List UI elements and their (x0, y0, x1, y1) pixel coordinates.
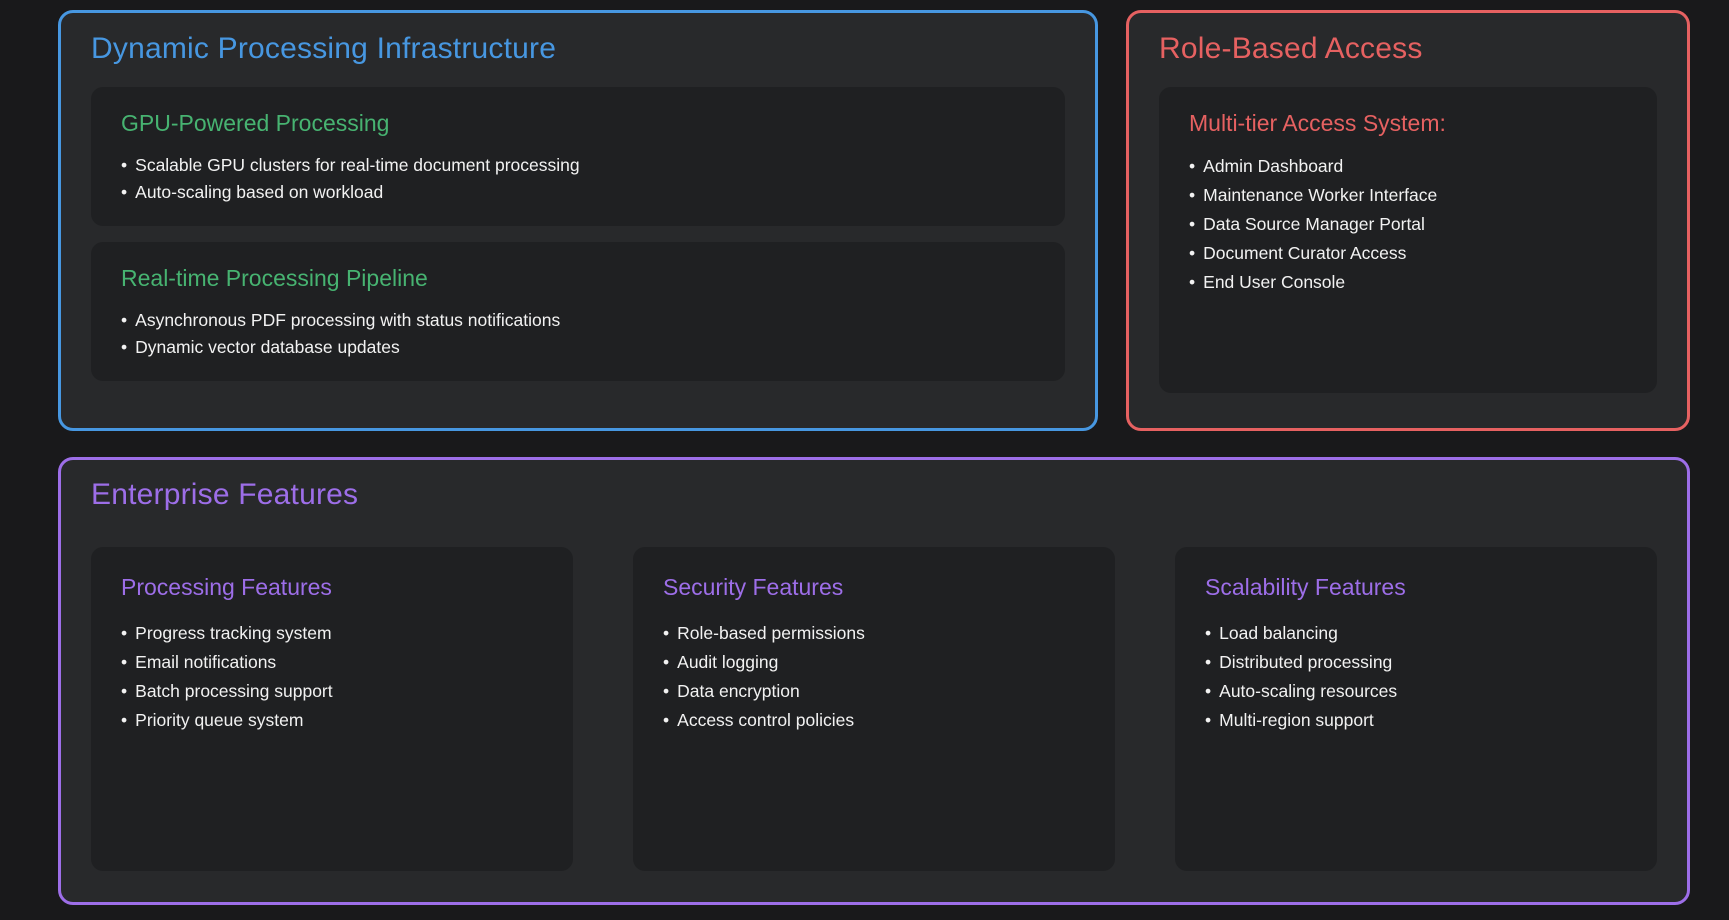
role-based-access-panel-title: Role-Based Access (1159, 31, 1657, 66)
list-item: Load balancing (1205, 619, 1627, 648)
multi-tier-access-list: Admin Dashboard Maintenance Worker Inter… (1189, 152, 1627, 297)
list-item: Access control policies (663, 706, 1085, 735)
enterprise-features-panel: Enterprise Features Processing Features … (58, 457, 1690, 905)
list-item: Progress tracking system (121, 619, 543, 648)
infrastructure-panel: Dynamic Processing Infrastructure GPU-Po… (58, 10, 1098, 431)
list-item: Dynamic vector database updates (121, 334, 1035, 361)
list-item: Scalable GPU clusters for real-time docu… (121, 152, 1035, 179)
processing-features-card-title: Processing Features (121, 573, 543, 601)
list-item: Data encryption (663, 677, 1085, 706)
gpu-powered-processing-card-title: GPU-Powered Processing (121, 109, 1035, 137)
scalability-features-list: Load balancing Distributed processing Au… (1205, 619, 1627, 735)
scalability-features-card: Scalability Features Load balancing Dist… (1175, 547, 1657, 871)
realtime-processing-pipeline-card: Real-time Processing Pipeline Asynchrono… (91, 242, 1065, 381)
security-features-card-title: Security Features (663, 573, 1085, 601)
list-item: End User Console (1189, 268, 1627, 297)
realtime-processing-pipeline-list: Asynchronous PDF processing with status … (121, 307, 1035, 361)
processing-features-card: Processing Features Progress tracking sy… (91, 547, 573, 871)
list-item: Role-based permissions (663, 619, 1085, 648)
infrastructure-panel-title: Dynamic Processing Infrastructure (91, 31, 1065, 66)
multi-tier-access-card-title: Multi-tier Access System: (1189, 109, 1627, 137)
list-item: Admin Dashboard (1189, 152, 1627, 181)
top-row: Dynamic Processing Infrastructure GPU-Po… (58, 10, 1690, 431)
enterprise-features-panel-title: Enterprise Features (91, 477, 1657, 512)
list-item: Auto-scaling based on workload (121, 179, 1035, 206)
list-item: Asynchronous PDF processing with status … (121, 307, 1035, 334)
list-item: Document Curator Access (1189, 239, 1627, 268)
infrastructure-cards: GPU-Powered Processing Scalable GPU clus… (91, 87, 1065, 381)
security-features-card: Security Features Role-based permissions… (633, 547, 1115, 871)
page: Dynamic Processing Infrastructure GPU-Po… (0, 0, 1729, 920)
enterprise-feature-cards: Processing Features Progress tracking sy… (91, 547, 1657, 871)
list-item: Priority queue system (121, 706, 543, 735)
gpu-powered-processing-card: GPU-Powered Processing Scalable GPU clus… (91, 87, 1065, 226)
role-based-access-panel: Role-Based Access Multi-tier Access Syst… (1126, 10, 1690, 431)
list-item: Maintenance Worker Interface (1189, 181, 1627, 210)
role-based-access-cards: Multi-tier Access System: Admin Dashboar… (1159, 87, 1657, 393)
list-item: Data Source Manager Portal (1189, 210, 1627, 239)
multi-tier-access-card: Multi-tier Access System: Admin Dashboar… (1159, 87, 1657, 393)
list-item: Batch processing support (121, 677, 543, 706)
list-item: Audit logging (663, 648, 1085, 677)
processing-features-list: Progress tracking system Email notificat… (121, 619, 543, 735)
scalability-features-card-title: Scalability Features (1205, 573, 1627, 601)
list-item: Distributed processing (1205, 648, 1627, 677)
list-item: Multi-region support (1205, 706, 1627, 735)
gpu-powered-processing-list: Scalable GPU clusters for real-time docu… (121, 152, 1035, 206)
list-item: Auto-scaling resources (1205, 677, 1627, 706)
realtime-processing-pipeline-card-title: Real-time Processing Pipeline (121, 264, 1035, 292)
list-item: Email notifications (121, 648, 543, 677)
security-features-list: Role-based permissions Audit logging Dat… (663, 619, 1085, 735)
